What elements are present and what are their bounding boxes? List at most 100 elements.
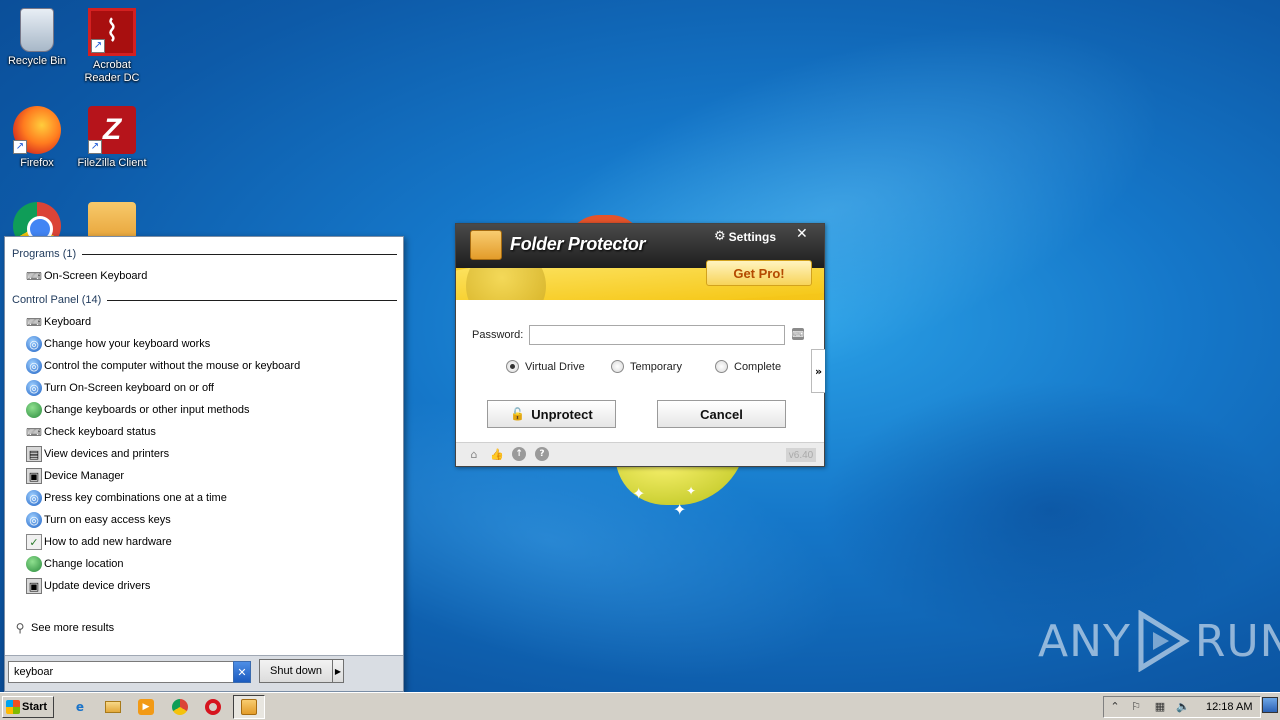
network-icon[interactable]: ▦ xyxy=(1153,699,1167,713)
result-change-location[interactable]: Change location xyxy=(5,553,403,575)
show-desktop-button[interactable] xyxy=(1262,697,1278,713)
result-label: Turn on easy access keys xyxy=(44,514,171,526)
cancel-button[interactable]: Cancel xyxy=(657,400,786,428)
result-label: Turn On-Screen keyboard on or off xyxy=(44,382,214,394)
result-sticky-keys[interactable]: ◎ Press key combinations one at a time xyxy=(5,487,403,509)
desktop-icon-filezilla[interactable]: Z ↗ FileZilla Client xyxy=(75,106,149,170)
divider xyxy=(82,253,397,255)
watermark-text-left: ANY xyxy=(1038,615,1131,667)
keyboard-icon: ⌨ xyxy=(26,269,42,283)
result-label: Press key combinations one at a time xyxy=(44,492,227,504)
section-title: Control Panel (14) xyxy=(12,294,102,306)
result-label: Control the computer without the mouse o… xyxy=(44,360,301,372)
settings-button[interactable]: ⚙ Settings xyxy=(714,229,776,244)
expand-panel-button[interactable]: » xyxy=(811,349,825,393)
clear-search-button[interactable]: ✕ xyxy=(233,661,251,683)
region-globe-icon xyxy=(26,556,42,572)
media-player-icon[interactable]: ▶ xyxy=(137,698,155,716)
result-easy-access-keys[interactable]: ◎ Turn on easy access keys xyxy=(5,509,403,531)
section-title: Programs (1) xyxy=(12,248,77,260)
section-header-programs: Programs (1) xyxy=(5,243,403,265)
show-hidden-icons-button[interactable]: ⌃ xyxy=(1108,699,1122,713)
shutdown-options-button[interactable]: ▶ xyxy=(332,659,344,683)
result-control-without-mouse[interactable]: ◎ Control the computer without the mouse… xyxy=(5,355,403,377)
sparkle-icon: ✦ xyxy=(673,500,687,519)
result-check-keyboard-status[interactable]: ⌨ Check keyboard status xyxy=(5,421,403,443)
start-menu-footer: ✕ Shut down ▶ xyxy=(5,655,403,691)
action-center-flag-icon[interactable]: ⚐ xyxy=(1129,699,1143,713)
fp-header: Folder Protector ⚙ Settings ✕ Get Pro! xyxy=(456,224,824,300)
result-label: Change how your keyboard works xyxy=(44,338,211,350)
device-manager-icon: ▣ xyxy=(26,468,42,484)
divider xyxy=(107,299,397,301)
result-label: How to add new hardware xyxy=(44,536,172,548)
watermark-text-right: RUN xyxy=(1194,615,1280,667)
radio-complete[interactable]: Complete xyxy=(715,360,781,373)
result-devices-printers[interactable]: ▤ View devices and printers xyxy=(5,443,403,465)
result-device-manager[interactable]: ▣ Device Manager xyxy=(5,465,403,487)
result-label: View devices and printers xyxy=(44,448,170,460)
desktop-icon-acrobat-reader[interactable]: ⌇ ↗ Acrobat Reader DC xyxy=(75,8,149,85)
clock[interactable]: 12:18 AM xyxy=(1206,701,1252,713)
close-button[interactable]: ✕ xyxy=(796,226,808,242)
shortcut-arrow-icon: ↗ xyxy=(88,140,102,154)
volume-icon[interactable]: 🔈 xyxy=(1176,699,1190,713)
anyrun-watermark: ANY RUN xyxy=(1038,610,1280,672)
desktop-icon-label: Recycle Bin xyxy=(7,55,67,67)
result-label: Change location xyxy=(44,558,124,570)
settings-label: Settings xyxy=(728,229,776,244)
devices-printers-icon: ▤ xyxy=(26,446,42,462)
get-pro-button[interactable]: Get Pro! xyxy=(706,260,812,286)
start-search-input[interactable] xyxy=(8,661,234,683)
desktop-icon-label: FileZilla Client xyxy=(77,157,147,169)
section-header-control-panel: Control Panel (14) xyxy=(5,289,403,311)
cancel-label: Cancel xyxy=(700,406,743,422)
device-manager-icon: ▣ xyxy=(26,578,42,594)
result-add-hardware[interactable]: ✓ How to add new hardware xyxy=(5,531,403,553)
search-icon: ⚲ xyxy=(15,621,25,635)
keyboard-icon: ⌨ xyxy=(26,315,42,329)
folder-protector-icon xyxy=(240,698,258,716)
ease-of-access-icon: ◎ xyxy=(26,358,42,374)
desktop-icon-firefox[interactable]: ↗ Firefox xyxy=(0,106,74,170)
chrome-icon[interactable] xyxy=(171,698,189,716)
result-turn-osk-on-off[interactable]: ◎ Turn On-Screen keyboard on or off xyxy=(5,377,403,399)
radio-label: Complete xyxy=(734,360,782,373)
ease-of-access-icon: ◎ xyxy=(26,512,42,528)
keyboard-icon: ⌨ xyxy=(26,425,42,439)
result-change-keyboard-works[interactable]: ◎ Change how your keyboard works xyxy=(5,333,403,355)
opera-icon[interactable] xyxy=(204,698,222,716)
explorer-icon[interactable] xyxy=(104,698,122,716)
result-label: Check keyboard status xyxy=(44,426,156,438)
firefox-icon: ↗ xyxy=(13,106,61,154)
unprotect-button[interactable]: 🔓 Unprotect xyxy=(487,400,616,428)
chevron-right-icon: ▶ xyxy=(334,666,342,676)
home-icon[interactable]: ⌂ xyxy=(467,447,481,461)
taskbar: Start e ▶ ⌃ ⚐ ▦ 🔈 12:18 AM xyxy=(0,692,1280,720)
start-button[interactable]: Start xyxy=(2,696,54,718)
start-label: Start xyxy=(22,701,48,713)
radio-temporary[interactable]: Temporary xyxy=(611,360,682,373)
password-input[interactable] xyxy=(529,325,785,345)
ease-of-access-icon: ◎ xyxy=(26,490,42,506)
desktop-icon-recycle-bin[interactable]: Recycle Bin xyxy=(0,8,74,68)
see-more-results-link[interactable]: ⚲ See more results xyxy=(5,617,115,639)
radio-virtual-drive[interactable]: Virtual Drive xyxy=(506,360,585,373)
result-on-screen-keyboard[interactable]: ⌨ On-Screen Keyboard xyxy=(5,265,403,287)
fp-title: Folder Protector xyxy=(510,234,646,254)
help-icon[interactable]: ? xyxy=(535,447,549,461)
result-label: On-Screen Keyboard xyxy=(44,270,148,282)
virtual-keyboard-icon[interactable]: ⌨ xyxy=(792,328,804,340)
like-icon[interactable]: 👍 xyxy=(490,447,504,461)
radio-button xyxy=(611,360,624,373)
result-update-drivers[interactable]: ▣ Update device drivers xyxy=(5,575,403,597)
update-icon[interactable]: ↑ xyxy=(512,447,526,461)
internet-explorer-icon[interactable]: e xyxy=(71,698,89,716)
version-badge: v6.40 xyxy=(786,448,816,462)
shutdown-button[interactable]: Shut down xyxy=(259,659,333,683)
result-keyboard[interactable]: ⌨ Keyboard xyxy=(5,311,403,333)
folder-protector-window: Folder Protector ⚙ Settings ✕ Get Pro! P… xyxy=(455,223,825,467)
result-change-input-methods[interactable]: Change keyboards or other input methods xyxy=(5,399,403,421)
add-hardware-icon: ✓ xyxy=(26,534,42,550)
desktop-icon-label: Firefox xyxy=(20,157,54,169)
